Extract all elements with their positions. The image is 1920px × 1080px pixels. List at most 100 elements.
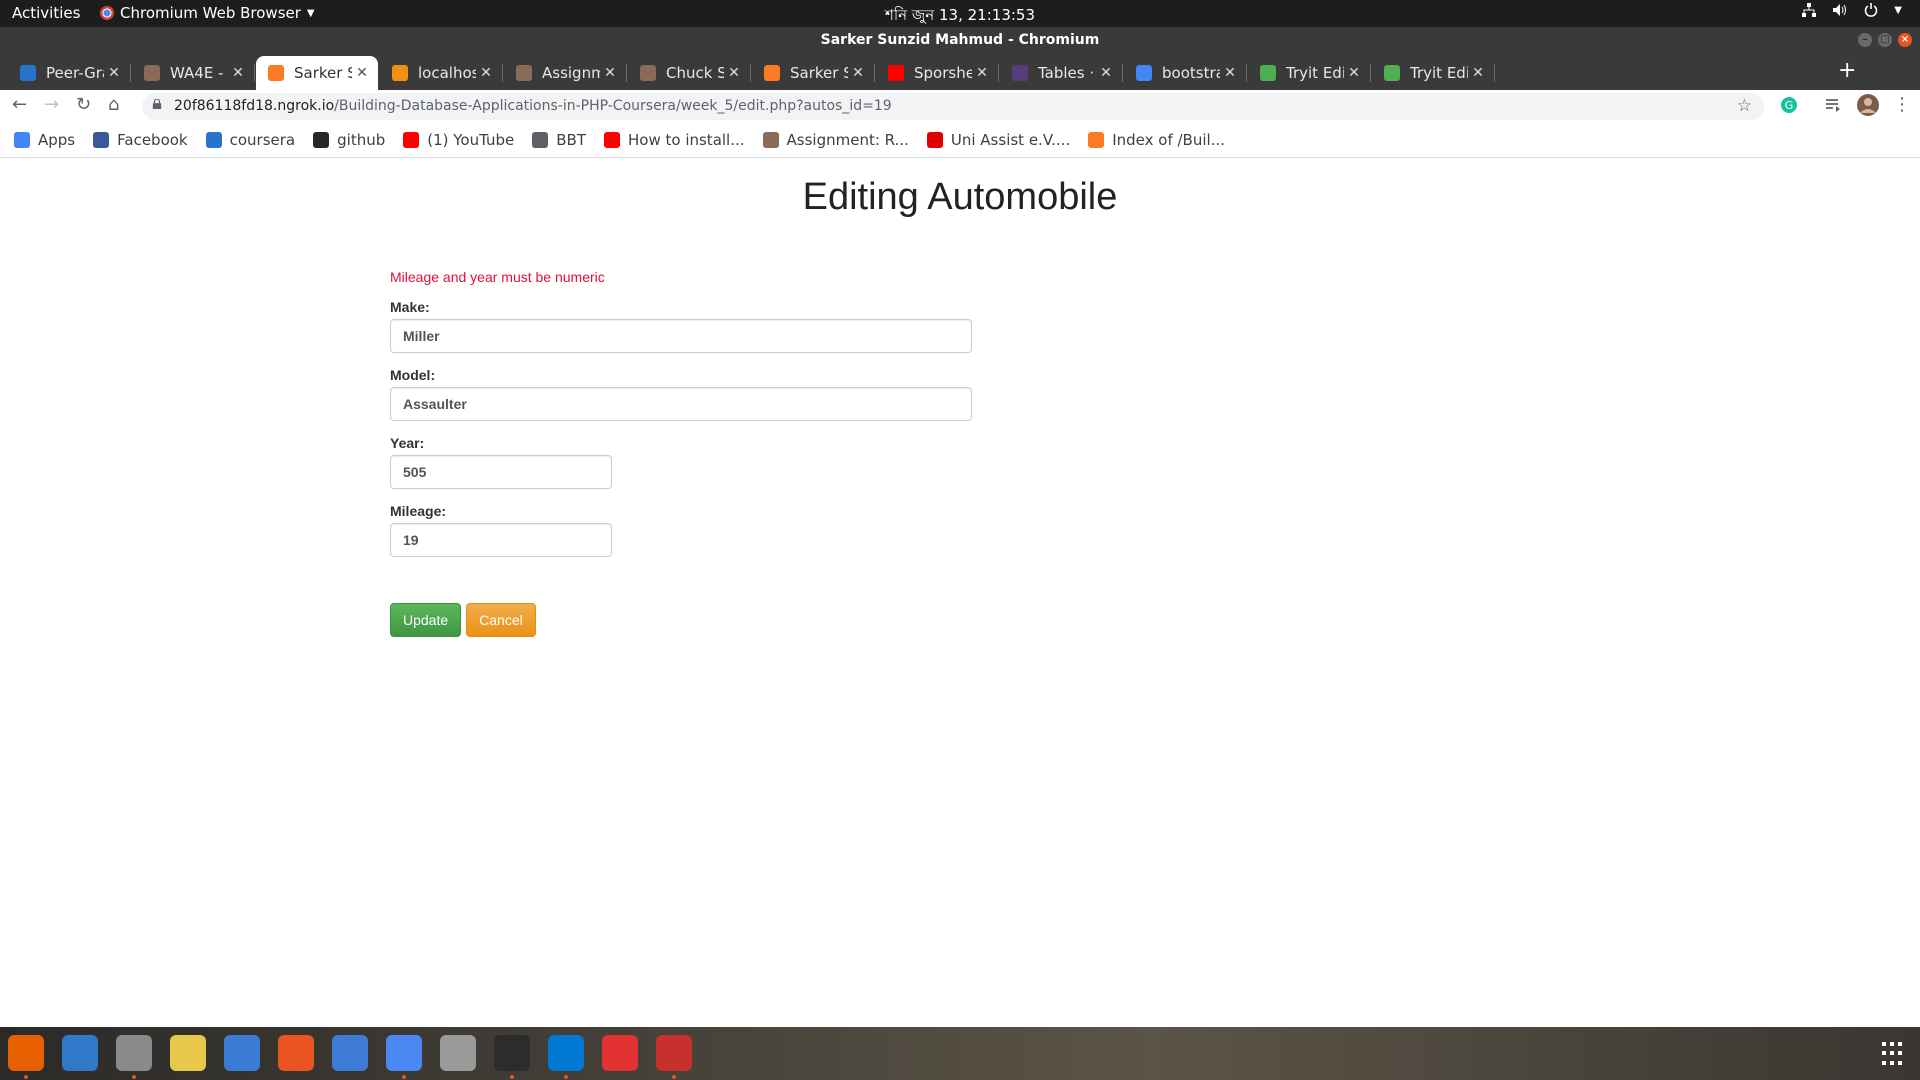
browser-tab[interactable]: Sporsher✕ xyxy=(876,56,999,90)
bookmark-label: (1) YouTube xyxy=(427,131,515,149)
close-tab-icon[interactable]: ✕ xyxy=(1468,65,1488,81)
chromium-icon[interactable] xyxy=(386,1035,422,1071)
files-icon[interactable] xyxy=(116,1035,152,1071)
close-window-button[interactable]: × xyxy=(1898,33,1912,47)
minimize-button[interactable]: – xyxy=(1858,33,1872,47)
bookmark-label: Facebook xyxy=(117,131,188,149)
running-indicator xyxy=(564,1075,568,1079)
bookmark-item[interactable]: github xyxy=(313,131,385,149)
close-tab-icon[interactable]: ✕ xyxy=(352,65,372,81)
new-tab-button[interactable]: + xyxy=(1838,58,1856,83)
tab-title: Assignment: xyxy=(542,64,600,82)
help-icon[interactable] xyxy=(332,1035,368,1071)
browser-tab[interactable]: localhost / lo✕ xyxy=(380,56,503,90)
page-title: Editing Automobile xyxy=(802,176,1118,218)
browser-tab[interactable]: Tryit Editor v✕ xyxy=(1372,56,1495,90)
close-tab-icon[interactable]: ✕ xyxy=(104,65,124,81)
bookmark-item[interactable]: (1) YouTube xyxy=(403,131,514,149)
cancel-button[interactable]: Cancel xyxy=(466,603,536,637)
bookmark-item[interactable]: Index of /Buil... xyxy=(1088,131,1225,149)
browser-tab[interactable]: Sarker Sunzid✕ xyxy=(256,56,378,90)
bookmark-item[interactable]: BBT xyxy=(532,131,586,149)
rhythmbox-icon[interactable] xyxy=(170,1035,206,1071)
browser-tab[interactable]: Assignment:✕ xyxy=(504,56,627,90)
bookmark-item[interactable]: Facebook xyxy=(93,131,188,149)
media-controls-icon[interactable] xyxy=(1824,96,1842,114)
xampp-icon xyxy=(1088,132,1105,148)
maximize-button[interactable]: □ xyxy=(1878,33,1892,47)
close-tab-icon[interactable]: ✕ xyxy=(476,65,496,81)
bookmark-label: Uni Assist e.V.... xyxy=(950,131,1071,149)
system-tray[interactable]: ▼ xyxy=(1802,3,1902,17)
reload-button[interactable]: ↻ xyxy=(76,94,91,115)
terminal-icon[interactable] xyxy=(494,1035,530,1071)
tab-separator xyxy=(1494,64,1495,82)
thunderbird-icon[interactable] xyxy=(62,1035,98,1071)
mileage-input[interactable] xyxy=(390,523,612,557)
close-tab-icon[interactable]: ✕ xyxy=(600,65,620,81)
year-input[interactable] xyxy=(390,455,612,489)
screenshot-icon[interactable] xyxy=(440,1035,476,1071)
bookmark-item[interactable]: Assignment: R... xyxy=(762,131,909,149)
youtube-icon xyxy=(403,132,420,148)
github-icon xyxy=(313,132,330,148)
edit-automobile-form: Mileage and year must be numeric Make: M… xyxy=(390,269,972,637)
back-button[interactable]: ← xyxy=(12,94,27,115)
browser-tab[interactable]: Tables · Boot✕ xyxy=(1000,56,1123,90)
close-tab-icon[interactable]: ✕ xyxy=(1096,65,1116,81)
avatar-icon xyxy=(516,65,532,81)
close-tab-icon[interactable]: ✕ xyxy=(1220,65,1240,81)
recorder-icon[interactable] xyxy=(656,1035,692,1071)
chevron-down-icon: ▼ xyxy=(1894,4,1902,16)
browser-toolbar: ← → ↻ ⌂ 20f86118fd18.ngrok.io/Building-D… xyxy=(0,90,1920,123)
browser-tab[interactable]: WA4E - Web✕ xyxy=(132,56,255,90)
update-button[interactable]: Update xyxy=(390,603,462,637)
close-tab-icon[interactable]: ✕ xyxy=(972,65,992,81)
url-text[interactable]: 20f86118fd18.ngrok.io/Building-Database-… xyxy=(174,98,892,114)
running-indicator xyxy=(24,1075,28,1079)
model-label: Model: xyxy=(390,367,436,383)
url-host: 20f86118fd18.ngrok.io xyxy=(174,98,335,114)
facebook-icon xyxy=(93,132,110,148)
forward-button[interactable]: → xyxy=(44,94,59,115)
vscode-icon[interactable] xyxy=(548,1035,584,1071)
firefox-icon[interactable] xyxy=(8,1035,44,1071)
apps-grid-icon xyxy=(14,132,30,148)
browser-tab[interactable]: Peer-Grader:✕ xyxy=(8,56,131,90)
browser-tab[interactable]: Chuck Severa✕ xyxy=(628,56,751,90)
tab-strip: Peer-Grader:✕WA4E - Web✕Sarker Sunzid✕lo… xyxy=(0,54,1920,90)
close-tab-icon[interactable]: ✕ xyxy=(228,65,248,81)
power-icon xyxy=(1865,3,1878,17)
close-tab-icon[interactable]: ✕ xyxy=(724,65,744,81)
w3schools-icon xyxy=(1384,65,1400,81)
model-input[interactable] xyxy=(390,387,972,421)
lock-icon xyxy=(152,99,162,109)
git-gui-icon[interactable] xyxy=(602,1035,638,1071)
bootstrap-icon xyxy=(1012,65,1028,81)
browser-tab[interactable]: bootstrap 3✕ xyxy=(1124,56,1247,90)
bookmark-item[interactable]: How to install... xyxy=(604,131,745,149)
window-title: Sarker Sunzid Mahmud - Chromium xyxy=(820,32,1100,48)
clock[interactable]: শনি জুন 13, 21:13:53 xyxy=(0,4,1920,29)
browser-tab[interactable]: Tryit Editor v✕ xyxy=(1248,56,1371,90)
address-bar[interactable]: 20f86118fd18.ngrok.io/Building-Database-… xyxy=(142,93,1764,120)
bookmark-item[interactable]: coursera xyxy=(205,131,295,149)
chrome-menu-icon[interactable]: ⋮ xyxy=(1893,94,1911,115)
tab-separator xyxy=(254,64,255,82)
bookmark-item[interactable]: Uni Assist e.V.... xyxy=(926,131,1071,149)
make-input[interactable] xyxy=(390,319,972,353)
home-button[interactable]: ⌂ xyxy=(108,94,119,115)
libreoffice-writer-icon[interactable] xyxy=(224,1035,260,1071)
bookmark-label: Index of /Buil... xyxy=(1112,131,1225,149)
running-indicator xyxy=(132,1075,136,1079)
profile-avatar[interactable] xyxy=(1856,93,1880,117)
show-applications-icon[interactable] xyxy=(1882,1042,1906,1066)
browser-tab[interactable]: Sarker Sunzid✕ xyxy=(752,56,875,90)
close-tab-icon[interactable]: ✕ xyxy=(848,65,868,81)
window-title-bar: Sarker Sunzid Mahmud - Chromium – □ × xyxy=(0,27,1920,54)
bookmark-item[interactable]: Apps xyxy=(14,131,75,149)
software-center-icon[interactable] xyxy=(278,1035,314,1071)
close-tab-icon[interactable]: ✕ xyxy=(1344,65,1364,81)
grammarly-icon[interactable]: G xyxy=(1780,96,1798,114)
bookmark-star-icon[interactable]: ☆ xyxy=(1737,96,1752,116)
